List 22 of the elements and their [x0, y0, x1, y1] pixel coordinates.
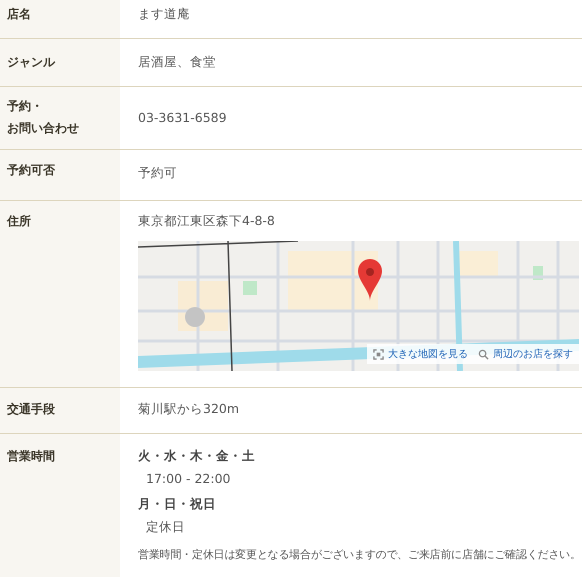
row-label: 店名: [7, 6, 32, 23]
days-heading: 月・日・祝日: [138, 495, 217, 513]
row-label: 予約可否: [7, 162, 56, 179]
row-label: 予約・ お問い合わせ: [7, 98, 80, 137]
row-value: 東京都江東区森下4-8-8: [138, 212, 276, 230]
expand-icon: [373, 348, 384, 360]
row-value: 居酒屋、食堂: [138, 53, 217, 71]
map-link[interactable]: 大きな地図を見る: [373, 347, 468, 361]
row-value: ます道庵: [138, 5, 191, 23]
row-label: 住所: [7, 213, 32, 230]
map-link[interactable]: 周辺のお店を探す: [478, 347, 573, 361]
row-value: 03-3631-6589: [138, 109, 228, 127]
row-label: 営業時間: [7, 448, 56, 465]
hours-text: 17:00 - 22:00: [145, 470, 232, 488]
row-value: 菊川駅から320m: [138, 400, 240, 418]
row-label: 交通手段: [7, 401, 56, 418]
hours-text: 定休日: [145, 518, 186, 536]
row-value: 予約可: [138, 164, 178, 182]
note-text: 営業時間・定休日は変更となる場合がございますので、ご来店前に店舗にご確認ください。: [138, 547, 580, 563]
row-label: ジャンル: [7, 54, 56, 71]
search-icon: [478, 348, 489, 360]
days-heading: 火・水・木・金・土: [138, 447, 256, 465]
